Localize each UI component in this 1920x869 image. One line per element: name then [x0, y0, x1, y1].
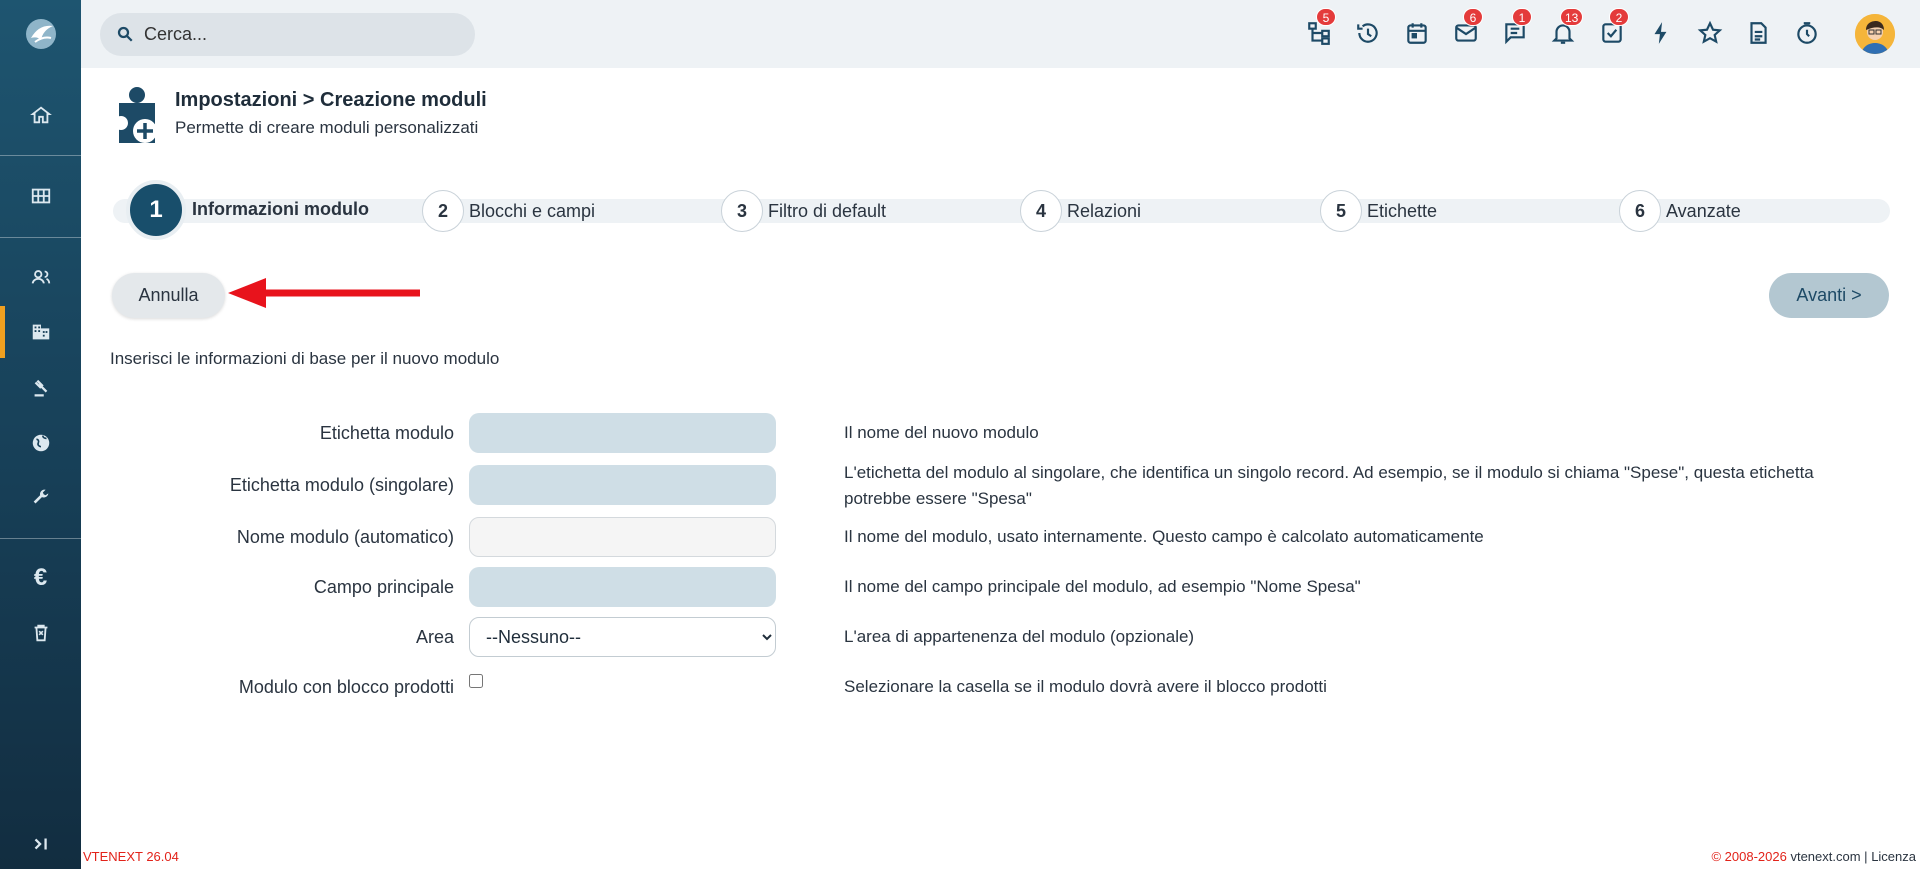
field-description: Il nome del modulo, usato internamente. …	[844, 527, 1484, 546]
favorites-button[interactable]	[1697, 20, 1723, 46]
products-block-checkbox[interactable]	[469, 674, 483, 688]
wrench-icon	[33, 489, 48, 504]
footer-separator: |	[1864, 849, 1868, 864]
home-icon	[29, 106, 52, 124]
step-number: 3	[721, 190, 763, 232]
step-number: 2	[422, 190, 464, 232]
user-avatar[interactable]	[1855, 14, 1895, 54]
module-builder-icon	[114, 85, 161, 147]
next-button[interactable]: Avanti >	[1769, 273, 1889, 318]
calendar-icon	[1407, 23, 1427, 44]
timer-button[interactable]	[1794, 20, 1820, 46]
gavel-icon	[34, 379, 47, 397]
intro-text: Inserisci le informazioni di base per il…	[110, 349, 500, 368]
field-description: Il nome del campo principale del modulo,…	[844, 577, 1361, 596]
field-label: Area	[415, 627, 454, 647]
field-description: L'etichetta del modulo al singolare, che…	[844, 463, 1814, 508]
notification-badge: 13	[1560, 8, 1584, 26]
field-label: Modulo con blocco prodotti	[238, 677, 454, 697]
module-name-input[interactable]	[469, 517, 776, 557]
sidebar-item-grid[interactable]	[0, 170, 81, 222]
tasks-button[interactable]: 2	[1599, 8, 1629, 46]
sidebar-item-home[interactable]	[0, 89, 81, 141]
contacts-icon	[31, 270, 50, 284]
sidebar-item-globe[interactable]	[0, 417, 81, 469]
document-icon	[1750, 22, 1767, 44]
step-label: Blocchi e campi	[469, 201, 596, 221]
notification-badge: 5	[1316, 8, 1336, 26]
expand-icon	[34, 838, 47, 850]
euro-icon: €	[33, 564, 48, 591]
company-icon	[32, 324, 49, 340]
field-description: L'area di appartenenza del modulo (opzio…	[844, 627, 1195, 646]
trash-icon	[34, 624, 47, 642]
step-label: Etichette	[1367, 201, 1438, 221]
field-description: Il nome del nuovo modulo	[844, 423, 1039, 442]
history-icon	[1357, 23, 1378, 43]
site-link[interactable]: vtenext.com	[1790, 849, 1860, 864]
step-number: 4	[1020, 190, 1062, 232]
timer-icon	[1797, 22, 1817, 44]
page-title: Impostazioni > Creazione moduli	[175, 89, 487, 111]
history-button[interactable]	[1355, 20, 1381, 46]
mail-button[interactable]: 6	[1453, 8, 1483, 46]
sidebar-item-tools[interactable]	[0, 472, 81, 524]
page-subtitle: Permette di creare moduli personalizzati	[175, 118, 479, 137]
avatar-icon	[1855, 14, 1895, 54]
step-label: Filtro di default	[768, 201, 887, 221]
field-description: Selezionare la casella se il modulo dovr…	[844, 677, 1327, 696]
sidebar-item-trash[interactable]	[0, 607, 81, 659]
area-select[interactable]: --Nessuno--	[469, 617, 776, 657]
footer-links: © 2008-2026 vtenext.com | Licenza	[1711, 849, 1916, 864]
singular-label-input[interactable]	[469, 465, 776, 505]
notification-badge: 6	[1463, 8, 1483, 26]
step-label: Avanzate	[1666, 201, 1741, 221]
sidebar-item-finance[interactable]: €	[0, 552, 81, 604]
field-label: Etichetta modulo (singolare)	[229, 475, 454, 495]
documents-button[interactable]	[1745, 20, 1771, 46]
hierarchy-button[interactable]: 5	[1306, 8, 1336, 46]
cancel-button[interactable]: Annulla	[112, 273, 225, 318]
sidebar-item-company[interactable]	[0, 306, 81, 358]
field-label: Campo principale	[313, 577, 454, 597]
grid-icon	[31, 188, 50, 204]
annotation-arrow	[228, 278, 420, 308]
sidebar: €	[0, 0, 81, 869]
step-number: 1	[126, 180, 186, 240]
topbar-icons: 5 6 1 13 2	[0, 0, 1920, 68]
sidebar-expand-button[interactable]	[0, 818, 81, 869]
calendar-button[interactable]	[1404, 20, 1430, 46]
sidebar-item-legal[interactable]	[0, 362, 81, 414]
step-number: 5	[1320, 190, 1362, 232]
star-icon	[1697, 20, 1723, 44]
sidebar-item-contacts[interactable]	[0, 251, 81, 303]
step-label: Relazioni	[1067, 201, 1142, 221]
main-field-input[interactable]	[469, 567, 776, 607]
notification-badge: 1	[1512, 8, 1532, 26]
field-label: Etichetta modulo	[319, 423, 454, 443]
copyright: © 2008-2026	[1711, 849, 1787, 864]
step-number: 6	[1619, 190, 1661, 232]
license-link[interactable]: Licenza	[1871, 849, 1916, 864]
app-version: VTENEXT 26.04	[83, 849, 179, 864]
step-label: Informazioni modulo	[192, 199, 369, 219]
field-label: Nome modulo (automatico)	[236, 527, 454, 547]
globe-icon	[32, 434, 49, 452]
lightning-icon	[1654, 22, 1667, 44]
quick-actions-button[interactable]	[1648, 20, 1674, 46]
notification-badge: 2	[1609, 8, 1629, 26]
notifications-button[interactable]: 13	[1550, 8, 1584, 46]
module-label-input[interactable]	[469, 413, 776, 453]
chat-button[interactable]: 1	[1502, 8, 1532, 46]
